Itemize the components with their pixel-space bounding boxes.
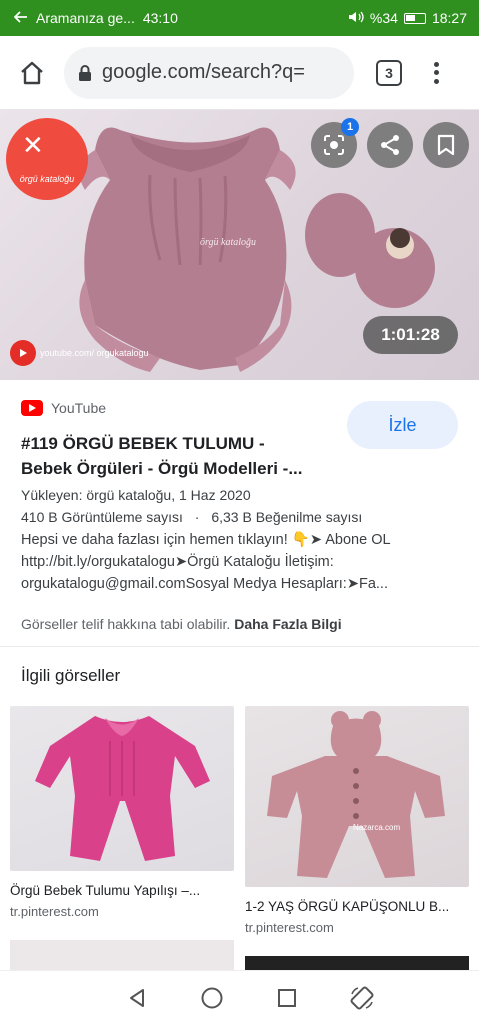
- battery-icon: [403, 12, 426, 24]
- lens-icon: [324, 135, 344, 155]
- clock: 18:27: [431, 10, 467, 26]
- volume-icon: [348, 10, 364, 27]
- rotate-screen-icon: [350, 986, 374, 1009]
- address-bar[interactable]: google.com/search?q=: [64, 46, 354, 99]
- watch-button[interactable]: İzle: [347, 401, 458, 449]
- home-nav-button[interactable]: [192, 978, 232, 1018]
- browser-toolbar: google.com/search?q= 3: [0, 36, 479, 110]
- overflow-menu-button[interactable]: [426, 58, 446, 88]
- pink-romper-image: [35, 716, 210, 861]
- view-count: 410 B Görüntüleme sayısı: [21, 509, 183, 525]
- result-image[interactable]: örgü kataloğu ✕ örgü kataloğu 1 youtube.…: [0, 110, 479, 380]
- related-image-card-3[interactable]: [10, 940, 234, 970]
- youtube-watermark: youtube.com/ orgukatalogu: [10, 340, 149, 366]
- divider: [0, 646, 479, 647]
- copyright-text: Görseller telif hakkına tabi olabilir.: [21, 616, 231, 632]
- triangle-back-icon: [130, 988, 145, 1007]
- svg-text:örgü kataloğu: örgü kataloğu: [200, 237, 256, 248]
- result-description: Hepsi ve daha fazlası için hemen tıklayı…: [21, 529, 461, 595]
- channel-logo: ✕ örgü kataloğu: [6, 118, 88, 200]
- meta-separator: ·: [194, 509, 200, 525]
- hooded-romper-image: Nazarca.com: [267, 711, 445, 878]
- circle-home-icon: [201, 987, 223, 1008]
- share-icon: [381, 135, 399, 155]
- nazarca-watermark: Nazarca.com: [353, 823, 400, 832]
- description-line-3: orgukatalogu@gmail.comSosyal Medya Hesap…: [21, 576, 388, 592]
- related-image-card-2[interactable]: Nazarca.com 1-2 YAŞ ÖRGÜ KAPÜŞONLU B... …: [245, 706, 469, 935]
- call-timer: 43:10: [142, 10, 178, 26]
- description-line-2: http://bit.ly/orgukatalogu➤Örgü Kataloğu…: [21, 554, 334, 570]
- related-image-card-4[interactable]: [245, 956, 469, 970]
- more-info-link[interactable]: Daha Fazla Bilgi: [234, 616, 341, 632]
- title-line-1: #119 ÖRGÜ BEBEK TULUMU -: [21, 434, 265, 453]
- bookmark-icon: [437, 134, 455, 156]
- url-text: google.com/search?q=: [102, 61, 305, 83]
- source-name: YouTube: [51, 400, 107, 416]
- back-to-search-label[interactable]: Aramanıza ge...: [36, 10, 135, 26]
- logo-text: örgü kataloğu: [19, 174, 75, 184]
- back-button[interactable]: [117, 978, 157, 1018]
- google-lens-button[interactable]: 1: [311, 118, 359, 168]
- related-thumbnail[interactable]: Nazarca.com: [245, 706, 469, 887]
- like-count: 6,33 B Beğenilme sayısı: [211, 509, 363, 525]
- uploader: Yükleyen: örgü kataloğu, 1 Haz 2020: [21, 487, 251, 503]
- youtube-icon: [21, 400, 43, 416]
- tab-switcher-button[interactable]: 3: [376, 59, 402, 86]
- close-icon[interactable]: ✕: [22, 132, 44, 158]
- play-icon: [10, 340, 36, 366]
- related-images-heading: İlgili görseller: [21, 666, 121, 685]
- save-button[interactable]: [423, 122, 469, 168]
- lock-icon: [79, 64, 91, 81]
- result-title[interactable]: #119 ÖRGÜ BEBEK TULUMU - Bebek Örgüleri …: [21, 431, 341, 481]
- description-line-1: Hepsi ve daha fazlası için hemen tıklayı…: [21, 532, 391, 548]
- square-recents-icon: [277, 988, 296, 1007]
- recents-button[interactable]: [267, 978, 307, 1018]
- result-meta: Yükleyen: örgü kataloğu, 1 Haz 2020 410 …: [21, 484, 362, 528]
- home-button[interactable]: [12, 53, 52, 93]
- copyright-notice: Görseller telif hakkına tabi olabilir. D…: [21, 616, 342, 632]
- watermark-text: youtube.com/ orgukatalogu: [40, 348, 149, 358]
- status-bar: Aramanıza ge... 43:10 %34 18:27: [0, 0, 479, 36]
- related-thumbnail[interactable]: [10, 706, 234, 871]
- back-arrow-icon[interactable]: [13, 10, 28, 27]
- title-line-2: Bebek Örgüleri - Örgü Modelleri -...: [21, 459, 303, 478]
- related-domain: tr.pinterest.com: [245, 920, 334, 935]
- related-image-card-1[interactable]: Örgü Bebek Tulumu Yapılışı –... tr.pinte…: [10, 706, 234, 919]
- rotate-button[interactable]: [342, 978, 382, 1018]
- related-caption[interactable]: 1-2 YAŞ ÖRGÜ KAPÜŞONLU B...: [245, 899, 469, 914]
- share-button[interactable]: [367, 122, 413, 168]
- lens-badge: 1: [341, 118, 359, 136]
- video-duration: 1:01:28: [363, 316, 458, 354]
- source-row[interactable]: YouTube: [21, 400, 106, 416]
- system-nav-bar: [0, 970, 479, 1024]
- home-icon: [21, 61, 43, 84]
- related-domain: tr.pinterest.com: [10, 904, 99, 919]
- battery-percent: %34: [369, 10, 398, 26]
- related-caption[interactable]: Örgü Bebek Tulumu Yapılışı –...: [10, 883, 234, 898]
